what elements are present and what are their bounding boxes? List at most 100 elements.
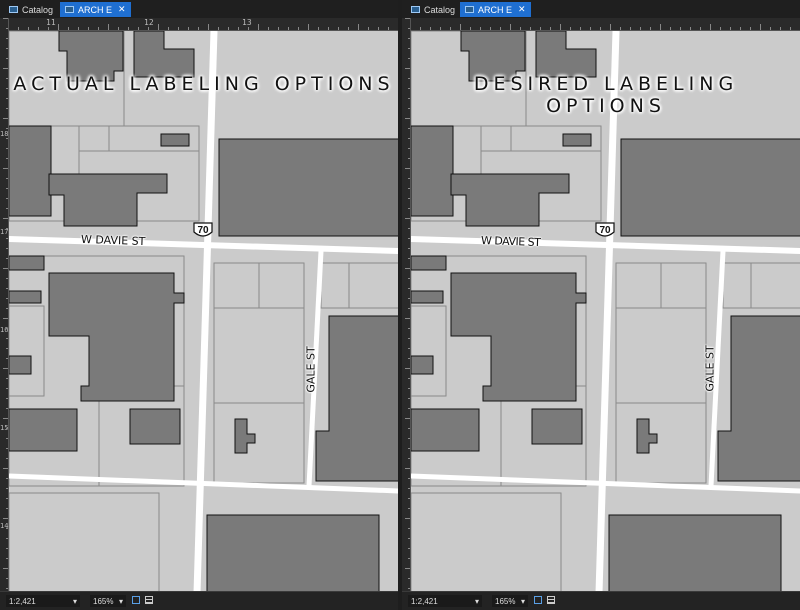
ruler-tick [6,428,8,429]
ruler-tick [408,328,410,329]
grid-icon[interactable] [145,596,153,604]
ruler-tick [405,568,410,569]
ruler-tick [408,148,410,149]
ruler-tick [6,528,8,529]
ruler-tick [760,24,761,30]
ruler-tick [3,518,8,519]
street-label-w-davie: W DAVIE ST [480,233,541,250]
route-shield-icon: 70 [594,222,616,240]
ruler-tick [6,98,8,99]
ruler-tick [6,48,8,49]
ruler-tick [208,24,209,30]
ruler-tick [3,118,8,119]
grid-icon[interactable] [547,596,555,604]
map-icon [465,6,474,13]
ruler-tick [710,24,711,30]
ruler-tick [6,348,8,349]
ruler-tick [510,24,511,30]
ruler-label: 12 [144,18,154,27]
chevron-down-icon: ▾ [118,596,123,606]
ruler-tick [405,68,410,69]
ruler-tick [218,27,219,30]
ruler-tick [6,158,8,159]
ruler-tick [6,208,8,209]
ruler-tick [610,24,611,30]
ruler-tick [408,158,410,159]
ruler-tick [3,168,8,169]
ruler-tick [408,228,410,229]
ruler-tick [338,27,339,30]
tab-map[interactable]: ARCH E ✕ [460,2,531,17]
map-icon [65,6,74,13]
scale-selector[interactable]: 1:2,421 ▾ [408,595,482,607]
ruler-tick [408,438,410,439]
close-icon[interactable]: ✕ [518,4,526,15]
ruler-tick [78,27,79,30]
fixed-zoom-icon[interactable] [132,596,140,604]
horizontal-ruler [410,18,800,31]
ruler-tick [3,318,8,319]
left-map-pane: Catalog ARCH E ✕ 11 12 13 18 17 16 15 14 [0,0,398,610]
ruler-tick [408,398,410,399]
ruler-tick [258,24,259,30]
ruler-tick [405,118,410,119]
ruler-tick [740,27,741,30]
ruler-tick [630,27,631,30]
scale-selector[interactable]: 1:2,421 ▾ [6,595,80,607]
ruler-tick [408,348,410,349]
ruler-tick [408,488,410,489]
close-icon[interactable]: ✕ [118,4,126,15]
street-label-gale: GALE ST [703,345,717,392]
fixed-zoom-icon[interactable] [534,596,542,604]
ruler-tick [188,27,189,30]
tab-catalog[interactable]: Catalog [406,2,460,17]
catalog-icon [411,6,420,13]
ruler-tick [690,27,691,30]
map-canvas[interactable]: ACTUAL LABELING OPTIONS W DAVIE ST GALE … [9,31,398,593]
ruler-tick [6,148,8,149]
ruler-tick [6,448,8,449]
ruler-tick [6,358,8,359]
route-shield-number: 70 [599,225,611,236]
ruler-tick [6,328,8,329]
ruler-tick [560,24,561,30]
ruler-tick [3,418,8,419]
ruler-tick [530,27,531,30]
status-bar: 1:2,421 ▾ 165% ▾ [402,591,800,610]
ruler-tick [6,128,8,129]
ruler-tick [6,298,8,299]
tab-bar: Catalog ARCH E ✕ [0,0,398,19]
ruler-tick [408,198,410,199]
horizontal-ruler: 11 12 13 [8,18,398,31]
ruler-tick [6,498,8,499]
ruler-tick [408,538,410,539]
ruler-tick [3,568,8,569]
ruler-tick [138,27,139,30]
ruler-tick [6,248,8,249]
map-canvas[interactable]: DESIRED LABELING OPTIONS W DAVIE ST GALE… [411,31,800,593]
ruler-tick [6,408,8,409]
ruler-tick [238,27,239,30]
ruler-tick [6,508,8,509]
ruler-tick [580,27,581,30]
tab-map[interactable]: ARCH E ✕ [60,2,131,17]
ruler-tick [470,27,471,30]
ruler-tick [408,188,410,189]
ruler-tick [408,528,410,529]
ruler-tick [550,27,551,30]
zoom-selector[interactable]: 165% ▾ [90,595,126,607]
ruler-tick [6,338,8,339]
ruler-tick [408,408,410,409]
ruler-tick [408,458,410,459]
ruler-tick [408,128,410,129]
ruler-tick [228,27,229,30]
ruler-tick [405,418,410,419]
ruler-tick [408,478,410,479]
tab-bar: Catalog ARCH E ✕ [402,0,800,19]
ruler-tick [460,24,461,30]
zoom-selector[interactable]: 165% ▾ [492,595,528,607]
ruler-tick [670,27,671,30]
ruler-tick [3,268,8,269]
tab-catalog[interactable]: Catalog [4,2,58,17]
scale-value: 1:2,421 [411,596,438,606]
